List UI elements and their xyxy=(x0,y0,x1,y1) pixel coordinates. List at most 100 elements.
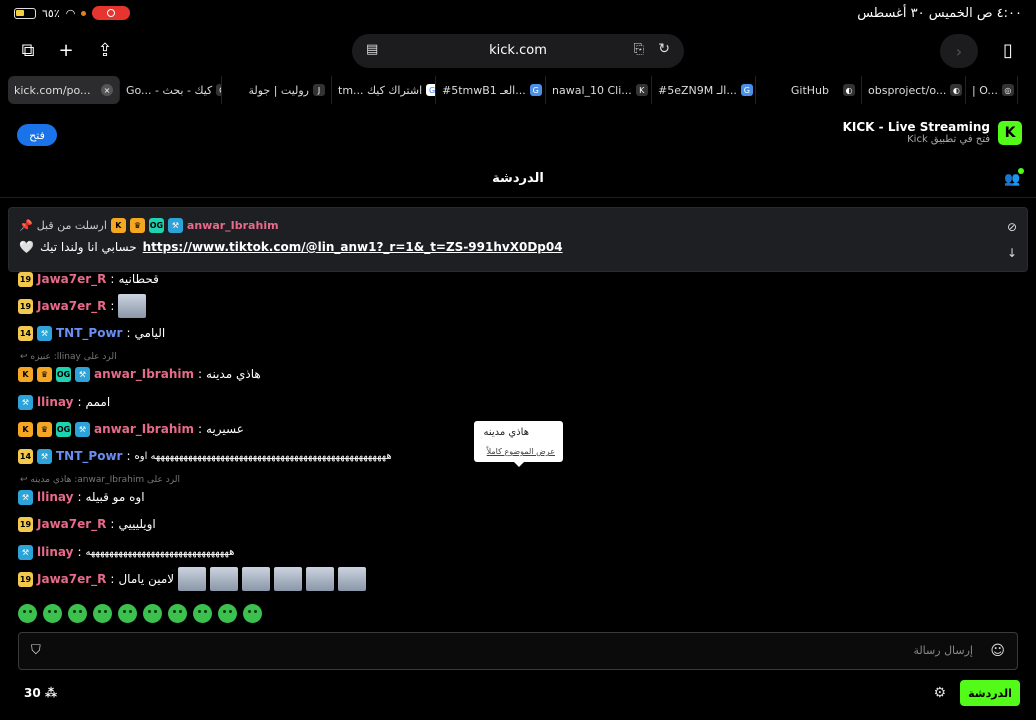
kick-badge-icon: K xyxy=(18,421,33,437)
google-icon: G xyxy=(426,84,435,96)
chat-username[interactable]: Jawa7er_R xyxy=(37,572,106,586)
chat-message: 19 Jawa7er_R: اويليييي xyxy=(18,516,156,532)
tab-strip: kick.com/po...× Go... - كيك - بحثG روليت… xyxy=(0,76,1036,104)
tab-kick-sub[interactable]: tm... اشتراك كيك G xyxy=(332,76,436,104)
emote-icon[interactable] xyxy=(118,604,137,623)
tab-github[interactable]: GitHub ◐ xyxy=(756,76,862,104)
chat-text: لامين يامال xyxy=(118,572,175,586)
chat-text: اويليييي xyxy=(118,517,156,531)
pinned-by-label: ارسلت من قبل xyxy=(36,219,107,232)
emote-image xyxy=(306,567,335,591)
pinned-username[interactable]: anwar_Ibrahim xyxy=(187,219,279,232)
subscriber-badge-icon: 19 xyxy=(18,516,33,532)
close-tab-icon[interactable]: × xyxy=(101,84,113,96)
chat-username[interactable]: Jawa7er_R xyxy=(37,272,106,286)
emote-icon[interactable] xyxy=(43,604,62,623)
emote-icon[interactable] xyxy=(243,604,262,623)
hide-pin-icon[interactable]: ⊘ xyxy=(1007,220,1017,234)
chat-username[interactable]: anwar_Ibrahim xyxy=(94,422,194,436)
chat-username[interactable]: anwar_Ibrahim xyxy=(94,367,194,381)
gear-icon[interactable]: ⚙ xyxy=(933,685,946,701)
github-icon: ◐ xyxy=(950,84,963,96)
sidebar-icon[interactable]: ▯ xyxy=(994,36,1022,64)
tabs-overview-icon[interactable]: ⧉ xyxy=(14,36,42,64)
chat-text: هههههههههههههههههههههههههههههههههههههههه… xyxy=(134,450,392,462)
chat-message: K ♛ OG ⚒ anwar_Ibrahim: عسيريه xyxy=(18,418,244,440)
chat-input-placeholder: إرسال رسالة xyxy=(913,644,973,657)
screen-record-icon[interactable] xyxy=(92,6,131,20)
chat-username[interactable]: Jawa7er_R xyxy=(37,299,106,313)
chat-text: قحطانيه xyxy=(118,272,159,286)
chat-message: 19 Jawa7er_R: قحطانيه xyxy=(18,271,159,287)
github-icon: ◐ xyxy=(843,84,855,96)
chat-username[interactable]: TNT_Powr xyxy=(56,326,122,340)
emote-image xyxy=(338,567,367,591)
mod-badge-icon: ⚒ xyxy=(37,325,52,341)
chat-username[interactable]: Jawa7er_R xyxy=(37,517,106,531)
app-banner-title: KICK - Live Streaming xyxy=(842,120,990,134)
mod-badge-icon: ⚒ xyxy=(37,448,52,464)
expand-pin-icon[interactable]: ↓ xyxy=(1007,246,1017,260)
status-time: ٤:٠٠ ص الخميس ٣٠ أغسطس xyxy=(857,6,1022,21)
kick-badge-icon: K xyxy=(18,366,33,382)
browser-toolbar: ⧉ + ⇪ ▤ kick.com ⎘ ↻ › ▯ xyxy=(0,28,1036,72)
share-icon[interactable]: ⇪ xyxy=(91,36,119,64)
crown-badge-icon: ♛ xyxy=(37,421,52,437)
wifi-icon: ◠ xyxy=(65,6,76,20)
tab-favicon: G xyxy=(740,84,753,96)
emote-image xyxy=(210,567,239,591)
mod-badge-icon: ⚒ xyxy=(75,366,90,382)
tab-google-search[interactable]: Go... - كيك - بحثG xyxy=(120,76,222,104)
open-in-app-button[interactable]: فتح xyxy=(17,124,57,146)
subscriber-badge-icon: 19 xyxy=(18,271,33,287)
emoji-picker-icon[interactable]: ☺ xyxy=(990,643,1005,659)
users-icon[interactable]: 👥 xyxy=(1004,168,1024,188)
tab-nawal[interactable]: nawal_10 Cli... K xyxy=(546,76,652,104)
status-bar: ٤:٠٠ ص الخميس ٣٠ أغسطس ٦٥٪ ◠ xyxy=(0,0,1036,28)
chat-message: 14 ⚒ TNT_Powr: اليامي xyxy=(18,325,166,341)
tab-other[interactable]: | O... ◎ xyxy=(966,76,1018,104)
address-bar[interactable]: ▤ kick.com ⎘ ↻ xyxy=(352,34,684,68)
chat-footer: 30 ⁂ ⚙ الدردشة xyxy=(0,678,1036,710)
tab-kick[interactable]: kick.com/po... × xyxy=(8,76,120,104)
crown-badge-icon: ♛ xyxy=(129,218,145,233)
mod-badge-icon: ⚒ xyxy=(18,489,33,505)
emote-icon[interactable] xyxy=(68,604,87,623)
emote-icon[interactable] xyxy=(93,604,112,623)
emote-icon[interactable] xyxy=(18,604,37,623)
tab-favicon: G xyxy=(529,84,542,96)
shield-icon[interactable]: ⛉ xyxy=(31,643,41,658)
tooltip-link[interactable]: عرض الموضوع كاملاً xyxy=(487,447,555,456)
chat-input[interactable]: ⛉ إرسال رسالة ☺ xyxy=(18,632,1018,670)
translate-icon[interactable]: ⎘ xyxy=(634,42,644,57)
chat-username[interactable]: TNT_Powr xyxy=(56,449,122,463)
chat-message: ⚒ llinay: اوه مو قبيله xyxy=(18,486,145,508)
mod-badge-icon: ⚒ xyxy=(75,421,90,437)
new-tab-icon[interactable]: + xyxy=(52,36,80,64)
emote-icon[interactable] xyxy=(168,604,187,623)
tab-obsproject[interactable]: obsproject/o... ◐ xyxy=(862,76,966,104)
forward-button[interactable]: › xyxy=(940,34,978,68)
subscriber-badge-icon: 14 xyxy=(18,325,33,341)
chat-title: الدردشة xyxy=(492,171,544,186)
mod-badge-icon: ⚒ xyxy=(167,218,183,233)
emote-icon[interactable] xyxy=(143,604,162,623)
emote-icon[interactable] xyxy=(193,604,212,623)
battery-icon xyxy=(14,7,36,19)
sticker-image xyxy=(118,294,147,318)
reload-icon[interactable]: ↻ xyxy=(658,41,670,57)
tab-5ezn9m[interactable]: #5eZN9M الـ... G xyxy=(652,76,756,104)
tab-5tmwb1[interactable]: #5tmwB1 العـ... G xyxy=(436,76,546,104)
send-chat-button[interactable]: الدردشة xyxy=(960,680,1020,706)
emote-quick-row xyxy=(18,604,262,623)
chat-username[interactable]: llinay xyxy=(37,490,73,504)
chat-text: اليامي xyxy=(134,326,166,340)
tab-roulette[interactable]: روليت | جولة J xyxy=(222,76,332,104)
chat-message: ⚒ llinay: اممم xyxy=(18,391,110,413)
reply-context: الرد على llinay: عنيزه ↩ xyxy=(20,352,117,362)
chat-username[interactable]: llinay xyxy=(37,395,73,409)
chat-username[interactable]: llinay xyxy=(37,545,73,559)
pinned-link[interactable]: https://www.tiktok.com/@lin_anw1?_r=1&_t… xyxy=(143,240,563,254)
emote-icon[interactable] xyxy=(218,604,237,623)
pin-icon: 📌 xyxy=(19,219,33,232)
